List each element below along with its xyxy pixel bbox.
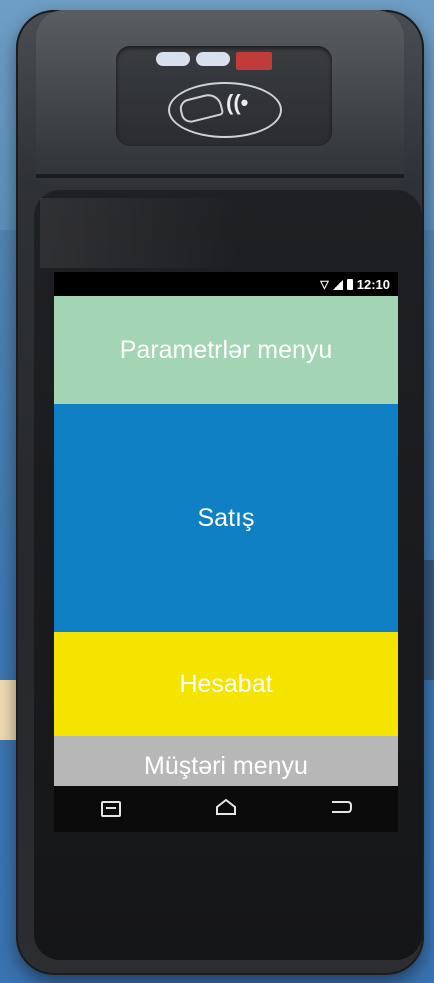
quickpass-logo-icon (196, 52, 230, 66)
signal-icon (332, 279, 343, 290)
screen: ▽ 12:10 Parametrlər menyu Satış Hesabat … (54, 272, 398, 790)
bezel-glare (40, 198, 240, 268)
recent-apps-icon (101, 801, 122, 817)
printer-slot (36, 174, 404, 178)
sale-button[interactable]: Satış (54, 404, 398, 632)
payment-logos (156, 52, 272, 70)
contactless-icon: ((• (226, 90, 249, 115)
back-icon (328, 799, 354, 820)
status-time: 12:10 (356, 277, 390, 292)
params-menu-label: Parametrlər menyu (119, 335, 333, 364)
home-icon (215, 798, 237, 821)
battery-icon (346, 279, 353, 290)
report-button[interactable]: Hesabat (54, 632, 398, 736)
status-bar: ▽ 12:10 (54, 272, 398, 296)
unionpay-logo-icon (236, 52, 272, 70)
recent-apps-button[interactable] (81, 789, 141, 829)
navigation-bar (54, 786, 398, 832)
back-button[interactable] (311, 789, 371, 829)
report-label: Hesabat (179, 669, 273, 698)
home-button[interactable] (196, 789, 256, 829)
client-menu-button[interactable]: Müştəri menyu (54, 736, 398, 790)
wifi-icon: ▽ (320, 279, 329, 291)
sale-label: Satış (197, 503, 255, 532)
params-menu-button[interactable]: Parametrlər menyu (54, 296, 398, 404)
quickpass-logo-icon (156, 52, 190, 66)
client-menu-label: Müştəri menyu (144, 752, 308, 780)
